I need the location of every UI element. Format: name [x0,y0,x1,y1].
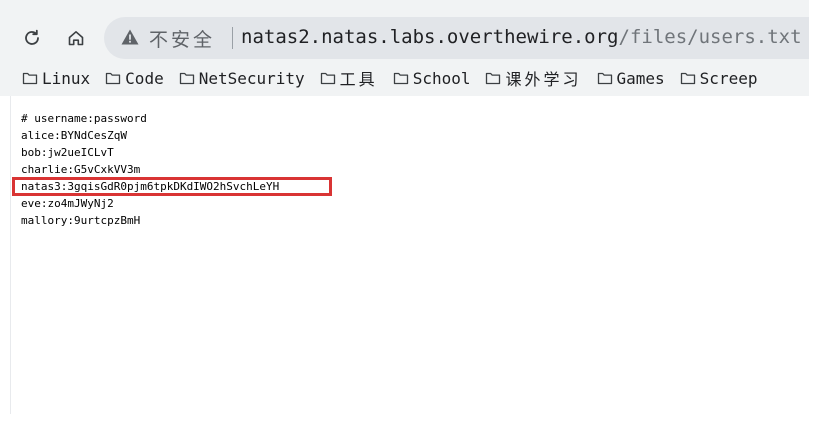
bookmarks-bar: Linux Code NetSecurity 工具 School 课外学习 Games Scr… [0,64,809,92]
folder-icon [680,72,695,85]
file-line: mallory:9urtcpzBmH [21,214,141,227]
highlight-box [12,177,332,196]
bookmark-folder[interactable]: 课外学习 [485,66,581,90]
file-line: alice:BYNdCesZqW [21,129,127,142]
bookmark-folder[interactable]: 工具 [320,66,378,90]
url-host: natas2.natas.labs.overthewire.org [241,26,619,48]
bookmark-label: Linux [42,68,91,88]
bookmark-folder[interactable]: Games [597,69,665,88]
bookmark-folder[interactable]: Linux [22,69,90,88]
warning-triangle-icon[interactable] [120,27,140,47]
file-line: charlie:G5vCxkVV3m [21,163,141,176]
folder-icon [486,72,501,85]
home-icon[interactable] [62,24,90,52]
file-line: eve:zo4mJWyNj2 [21,197,114,210]
url-path: /files/users.txt [618,26,802,48]
bookmark-label: Screep [699,68,758,88]
folder-icon [597,72,612,85]
page-content: # username:password alice:BYNdCesZqW bob:j… [10,96,809,414]
bookmark-folder[interactable]: Code [105,69,164,88]
reload-icon[interactable] [18,24,46,52]
bookmark-label: Games [616,68,665,88]
bookmark-folder[interactable]: NetSecurity [179,69,305,88]
file-text: # username:password alice:BYNdCesZqW bob:j… [21,110,279,229]
bookmark-folder[interactable]: School [393,68,471,88]
address-bar[interactable]: 不安全 natas2.natas.labs.overthewire.org/fi… [104,17,809,59]
bookmark-folder[interactable]: Screep [680,68,758,88]
address-separator [232,27,233,49]
bookmark-label: 课外学习 [505,70,582,89]
bookmark-label: School [412,68,471,88]
file-line: # username:password [21,112,147,125]
bookmark-label: NetSecurity [198,68,305,88]
url-text[interactable]: natas2.natas.labs.overthewire.org/files/… [241,26,802,48]
browser-chrome: 不安全 natas2.natas.labs.overthewire.org/fi… [0,0,809,96]
folder-icon [393,72,408,85]
folder-icon [22,72,38,85]
file-line: bob:jw2ueICLvT [21,146,114,159]
folder-icon [320,72,335,85]
folder-icon [106,72,121,85]
folder-icon [179,72,194,85]
security-status-label[interactable]: 不安全 [149,25,215,52]
bookmark-label: Code [125,68,164,88]
bookmark-label: 工具 [339,70,378,89]
